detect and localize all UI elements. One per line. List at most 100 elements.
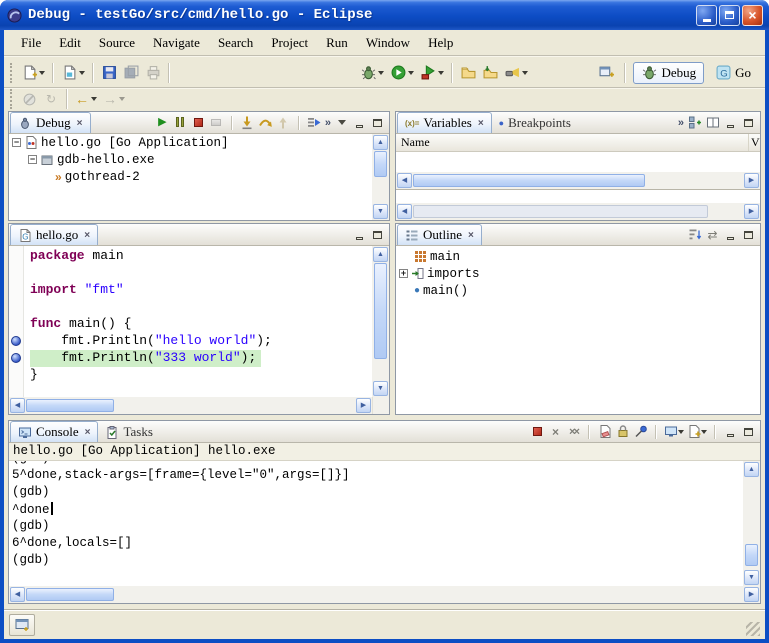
forward-button[interactable]: → xyxy=(100,90,128,108)
show-logical-structure-button[interactable] xyxy=(687,115,702,130)
run-dropdown-button[interactable] xyxy=(387,61,417,85)
open-folder-button[interactable] xyxy=(457,61,479,85)
outline-item-imports[interactable]: + imports xyxy=(396,265,760,282)
open-perspective-button[interactable] xyxy=(595,61,617,85)
scroll-right-icon[interactable]: ▶ xyxy=(744,204,759,219)
tab-outline[interactable]: Outline × xyxy=(397,224,482,245)
chevron-down-icon[interactable] xyxy=(378,71,384,75)
expander-icon[interactable]: + xyxy=(399,269,408,278)
close-button[interactable]: × xyxy=(742,5,763,26)
expander-icon[interactable]: − xyxy=(12,138,21,147)
restart-button[interactable]: ↻ xyxy=(40,90,62,108)
scroll-up-icon[interactable]: ▲ xyxy=(744,462,759,477)
debug-dropdown-button[interactable] xyxy=(357,61,387,85)
code-editor[interactable]: package main import "fmt" func main() { … xyxy=(24,246,372,397)
import-folder-button[interactable] xyxy=(479,61,501,85)
expander-icon[interactable]: − xyxy=(28,155,37,164)
variables-horizontal-scrollbar[interactable]: ◀ ▶ xyxy=(396,172,760,189)
scroll-up-icon[interactable]: ▲ xyxy=(373,247,388,262)
outline-item-main-func[interactable]: ● main() xyxy=(396,282,760,299)
new-go-element-button[interactable] xyxy=(58,61,88,85)
detail-horizontal-scrollbar[interactable]: ◀ ▶ xyxy=(396,203,760,220)
debug-tree-item-process[interactable]: − gdb-hello.exe xyxy=(9,151,372,168)
resume-button[interactable]: ▶ xyxy=(155,115,170,130)
print-button[interactable] xyxy=(142,61,164,85)
link-with-editor-button[interactable]: ⇄ xyxy=(705,227,720,242)
menu-navigate[interactable]: Navigate xyxy=(144,32,209,54)
layout-button[interactable] xyxy=(705,115,720,130)
view-menu-button[interactable] xyxy=(334,115,349,130)
variables-tree[interactable] xyxy=(396,152,760,172)
menu-run[interactable]: Run xyxy=(317,32,357,54)
menu-window[interactable]: Window xyxy=(357,32,419,54)
tab-console[interactable]: Console × xyxy=(10,421,98,442)
new-wizard-button[interactable] xyxy=(18,61,48,85)
scrollbar-thumb[interactable] xyxy=(413,174,645,187)
minimize-view-button[interactable] xyxy=(723,115,738,130)
fast-view-button[interactable] xyxy=(9,614,35,636)
scroll-down-icon[interactable]: ▼ xyxy=(744,570,759,585)
outline-tree[interactable]: main + imports ● main() xyxy=(396,246,760,414)
maximize-view-button[interactable] xyxy=(741,424,756,439)
scroll-up-icon[interactable]: ▲ xyxy=(373,135,388,150)
chevron-down-icon[interactable] xyxy=(408,71,414,75)
toolbar-grip[interactable] xyxy=(10,89,14,109)
remove-launch-button[interactable]: × xyxy=(548,424,563,439)
resize-grip[interactable] xyxy=(746,622,760,636)
search-button[interactable] xyxy=(501,61,531,85)
suspend-button[interactable] xyxy=(173,115,188,130)
maximize-view-button[interactable] xyxy=(370,115,385,130)
console-output[interactable]: (gdb) 5^done,stack-args=[frame={level="0… xyxy=(9,461,743,586)
scrollbar-thumb[interactable] xyxy=(413,205,708,218)
chevron-down-icon[interactable] xyxy=(91,97,97,101)
tab-breakpoints[interactable]: ● Breakpoints xyxy=(492,113,578,133)
toolbar-overflow-icon[interactable]: » xyxy=(678,117,684,129)
back-button[interactable]: ← xyxy=(72,90,100,108)
scroll-left-icon[interactable]: ◀ xyxy=(10,398,25,413)
breakpoint-icon[interactable] xyxy=(11,336,21,346)
scroll-down-icon[interactable]: ▼ xyxy=(373,204,388,219)
close-tab-icon[interactable]: × xyxy=(84,230,90,241)
tab-variables[interactable]: (x)= Variables × xyxy=(397,112,492,133)
use-step-filters-button[interactable] xyxy=(307,115,322,130)
editor-ruler[interactable] xyxy=(9,246,24,397)
close-tab-icon[interactable]: × xyxy=(85,427,91,438)
perspective-debug-button[interactable]: Debug xyxy=(633,62,704,84)
chevron-down-icon[interactable] xyxy=(438,71,444,75)
terminate-button[interactable] xyxy=(530,424,545,439)
save-button[interactable] xyxy=(98,61,120,85)
chevron-down-icon[interactable] xyxy=(39,71,45,75)
close-tab-icon[interactable]: × xyxy=(478,118,484,129)
chevron-down-icon[interactable] xyxy=(701,430,707,434)
variables-detail-pane[interactable] xyxy=(396,190,760,203)
close-tab-icon[interactable]: × xyxy=(468,230,474,241)
pin-console-button[interactable] xyxy=(633,424,648,439)
column-header-value[interactable]: V xyxy=(749,134,760,151)
external-tools-button[interactable] xyxy=(417,61,447,85)
minimize-view-button[interactable] xyxy=(352,115,367,130)
debug-tree-item-launch[interactable]: − hello.go [Go Application] xyxy=(9,134,372,151)
debug-tree-item-thread[interactable]: » gothread-2 xyxy=(9,168,372,185)
menu-help[interactable]: Help xyxy=(419,32,462,54)
scroll-left-icon[interactable]: ◀ xyxy=(397,204,412,219)
perspective-go-button[interactable]: G Go xyxy=(707,62,759,84)
step-return-button[interactable] xyxy=(276,115,291,130)
scrollbar-thumb[interactable] xyxy=(374,151,387,177)
save-all-button[interactable] xyxy=(120,61,142,85)
menu-source[interactable]: Source xyxy=(90,32,144,54)
sort-button[interactable] xyxy=(687,227,702,242)
toolbar-grip[interactable] xyxy=(10,63,14,83)
column-header-name[interactable]: Name xyxy=(396,134,749,151)
maximize-view-button[interactable] xyxy=(741,115,756,130)
maximize-button[interactable] xyxy=(719,5,740,26)
maximize-view-button[interactable] xyxy=(741,227,756,242)
remove-all-terminated-button[interactable]: ×× xyxy=(566,424,581,439)
scroll-right-icon[interactable]: ▶ xyxy=(356,398,371,413)
chevron-down-icon[interactable] xyxy=(678,430,684,434)
console-horizontal-scrollbar[interactable]: ◀ ▶ xyxy=(9,586,760,603)
clear-console-button[interactable] xyxy=(597,424,612,439)
terminate-button[interactable] xyxy=(191,115,206,130)
scroll-left-icon[interactable]: ◀ xyxy=(397,173,412,188)
step-over-button[interactable] xyxy=(258,115,273,130)
minimize-button[interactable] xyxy=(696,5,717,26)
